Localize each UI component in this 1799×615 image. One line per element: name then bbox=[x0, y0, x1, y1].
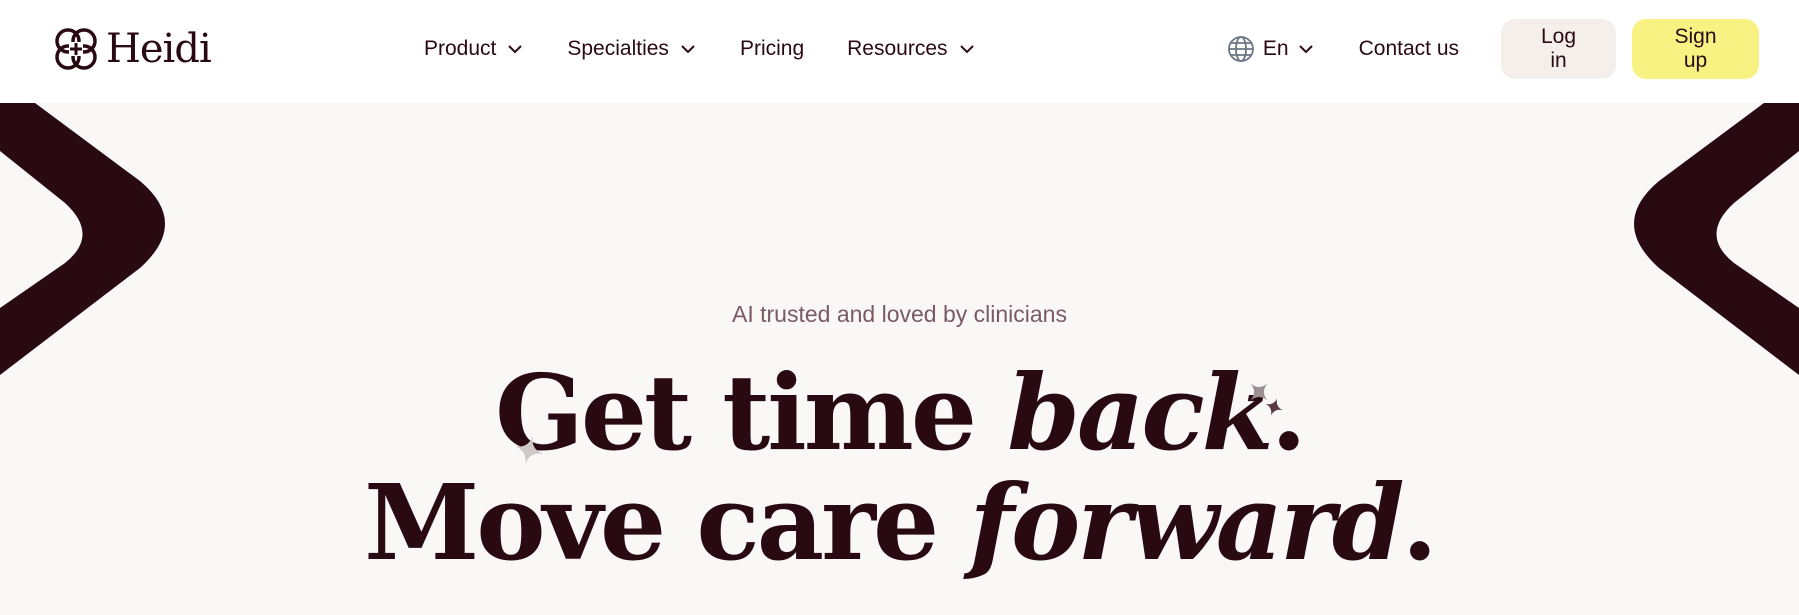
headline-emphasis: back bbox=[1007, 351, 1273, 474]
headline-emphasis: forward bbox=[969, 461, 1404, 584]
hero-eyebrow: AI trusted and loved by clinicians bbox=[732, 301, 1067, 327]
hero-headline: Get time back. Move care forward. bbox=[0, 358, 1799, 578]
nav-item-specialties[interactable]: Specialties bbox=[567, 37, 697, 61]
globe-icon bbox=[1228, 36, 1254, 62]
headline-text: Move care bbox=[364, 461, 970, 584]
chevron-down-icon bbox=[681, 45, 695, 54]
headline-line-1: Get time back. bbox=[0, 358, 1799, 468]
sparkle-icon bbox=[1265, 398, 1283, 416]
headline-text: Get time bbox=[495, 351, 1008, 474]
sparkle-icon bbox=[514, 435, 544, 465]
logo[interactable]: Heidi bbox=[52, 24, 212, 74]
chevron-down-icon bbox=[959, 45, 974, 54]
language-selector[interactable]: En bbox=[1227, 35, 1315, 63]
nav-item-pricing[interactable]: Pricing bbox=[740, 37, 804, 61]
nav-item-product[interactable]: Product bbox=[424, 37, 524, 61]
headline-period: . bbox=[1401, 461, 1438, 584]
site-header: Heidi Product Specialties Pricing Resour… bbox=[0, 0, 1799, 103]
headline-line-2: Move care forward. bbox=[0, 468, 1799, 578]
nav-item-label: Resources bbox=[847, 37, 948, 60]
contact-us-link[interactable]: Contact us bbox=[1359, 37, 1459, 61]
logo-icon bbox=[55, 28, 97, 70]
nav-item-label: Specialties bbox=[567, 37, 669, 60]
chevron-down-icon bbox=[508, 45, 523, 54]
sign-up-button[interactable]: Sign up bbox=[1632, 19, 1759, 79]
language-label: En bbox=[1262, 37, 1289, 60]
nav-item-resources[interactable]: Resources bbox=[847, 37, 975, 61]
header-actions: En Contact us Log in Sign up bbox=[1227, 18, 1759, 80]
log-in-button[interactable]: Log in bbox=[1501, 19, 1616, 79]
brand-name: Heidi bbox=[106, 26, 212, 72]
nav-item-label: Product bbox=[424, 37, 497, 60]
hero-section: AI trusted and loved by clinicians Get t… bbox=[0, 103, 1799, 615]
chevron-down-icon bbox=[1298, 45, 1313, 54]
main-nav: Product Specialties Pricing Resources bbox=[424, 30, 1019, 68]
nav-item-label: Pricing bbox=[739, 37, 805, 60]
